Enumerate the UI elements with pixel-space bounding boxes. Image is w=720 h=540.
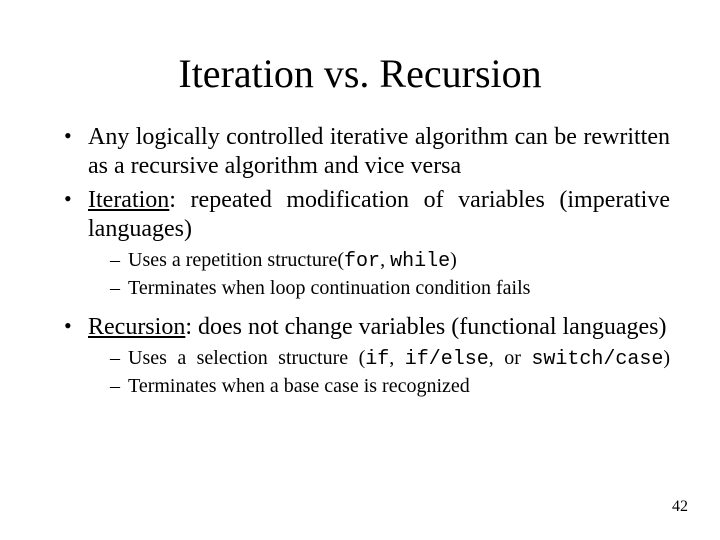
sep: , or: [489, 347, 532, 369]
iteration-desc: : repeated modification of variables (im…: [88, 187, 670, 242]
slide-title: Iteration vs. Recursion: [50, 50, 670, 97]
code-switchcase: switch/case: [531, 348, 663, 371]
recursion-sub-selection: Uses a selection structure (if, if/else,…: [110, 346, 670, 372]
page-number: 42: [672, 498, 688, 516]
code-for: for: [344, 250, 380, 273]
iteration-sub-repetition: Uses a repetition structure(for, while): [110, 248, 670, 274]
code-if: if: [365, 348, 389, 371]
slide: Iteration vs. Recursion Any logically co…: [0, 0, 720, 540]
bullet-recursion: Recursion: does not change variables (fu…: [64, 313, 670, 399]
bullet-text: Any logically controlled iterative algor…: [88, 124, 670, 179]
sep: ,: [380, 249, 390, 271]
recursion-desc: : does not change variables (functional …: [185, 314, 666, 340]
iteration-label: Iteration: [88, 187, 169, 213]
bullet-any-algorithm: Any logically controlled iterative algor…: [64, 123, 670, 182]
code-while: while: [390, 250, 450, 273]
iteration-sub-terminates: Terminates when loop continuation condit…: [110, 276, 670, 301]
sep: ,: [389, 347, 404, 369]
text: Uses a repetition structure(: [128, 249, 344, 271]
iteration-sublist: Uses a repetition structure(for, while) …: [88, 248, 670, 301]
code-ifelse: if/else: [405, 348, 489, 371]
close-paren: ): [663, 347, 670, 369]
text: Uses a selection structure (: [128, 347, 365, 369]
recursion-sub-terminates: Terminates when a base case is recognize…: [110, 374, 670, 399]
text: Terminates when a base case is recognize…: [128, 375, 470, 397]
bullet-iteration: Iteration: repeated modification of vari…: [64, 186, 670, 302]
close-paren: ): [450, 249, 457, 271]
bullet-list: Any logically controlled iterative algor…: [50, 123, 670, 399]
recursion-label: Recursion: [88, 314, 185, 340]
text: Terminates when loop continuation condit…: [128, 277, 530, 299]
recursion-sublist: Uses a selection structure (if, if/else,…: [88, 346, 670, 399]
